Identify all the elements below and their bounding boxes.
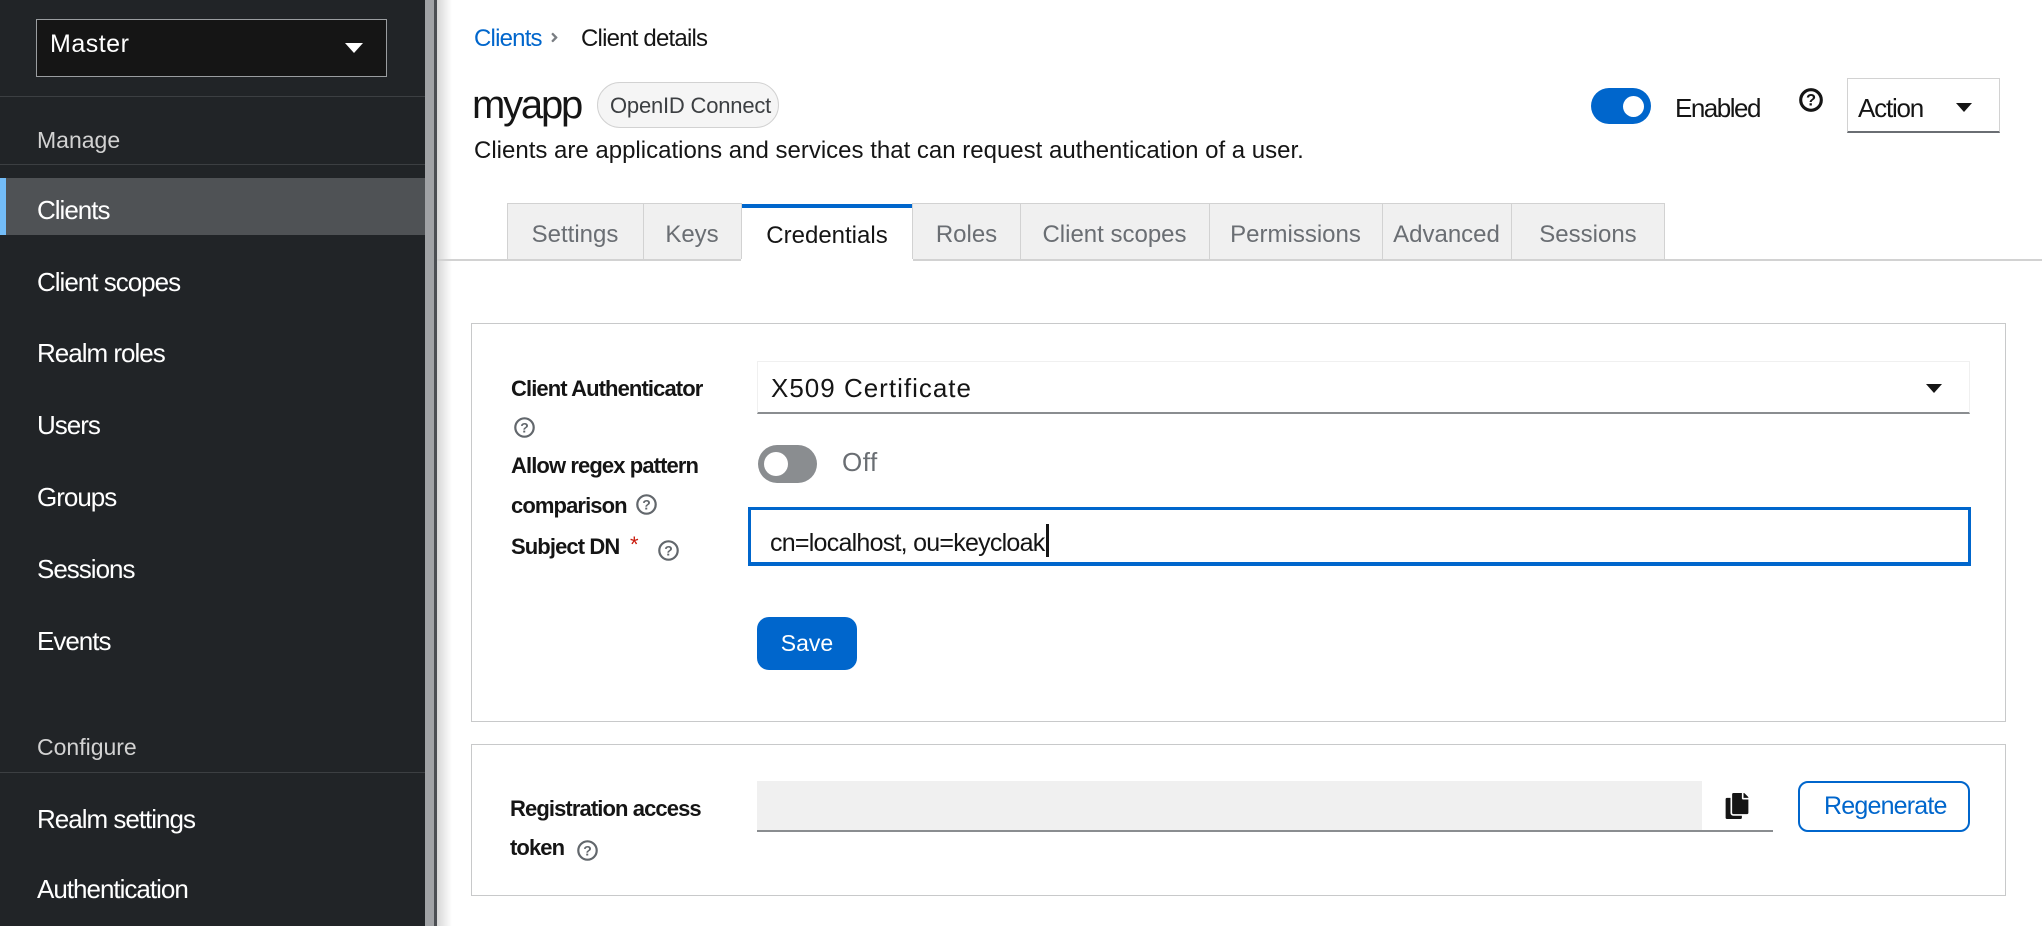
svg-text:?: ? <box>520 419 529 435</box>
svg-text:?: ? <box>1806 92 1816 110</box>
svg-text:?: ? <box>642 496 651 512</box>
svg-text:?: ? <box>583 842 592 858</box>
svg-text:?: ? <box>664 542 673 558</box>
